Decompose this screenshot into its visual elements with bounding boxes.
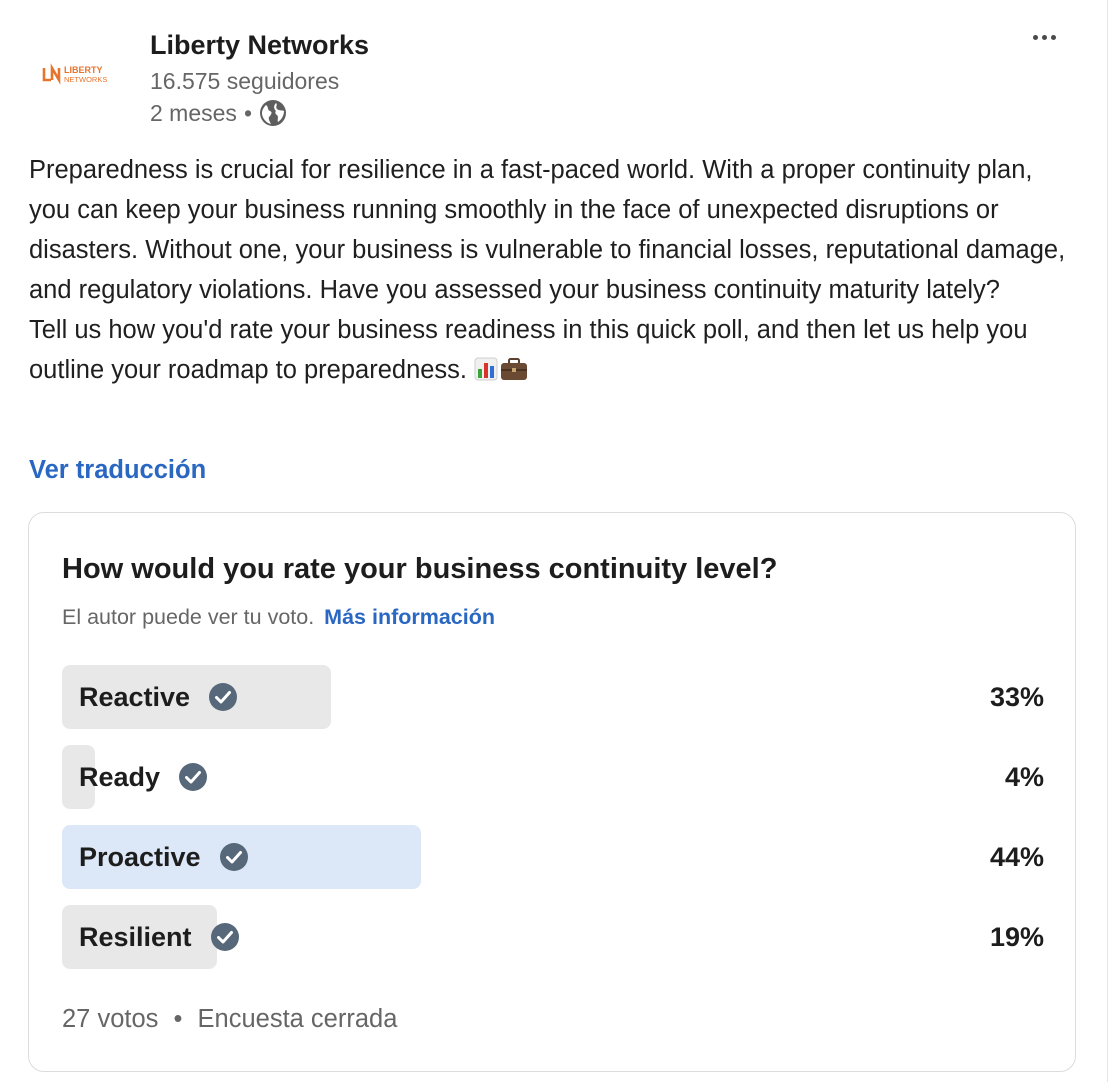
- poll-option-percent: 19%: [989, 921, 1044, 952]
- check-circle-icon: [209, 683, 238, 711]
- company-logo-mark: LIBERTY NETWORKS: [42, 63, 107, 85]
- bar-chart-emoji: [474, 357, 498, 381]
- globe-icon: [260, 100, 286, 126]
- see-translation-link[interactable]: Ver traducción: [29, 456, 206, 485]
- more-info-link[interactable]: Más información: [324, 605, 495, 629]
- poll-option-label-group: Ready: [79, 745, 208, 809]
- check-circle-icon: [179, 763, 208, 791]
- post-paragraph-2: Tell us how you'd rate your business rea…: [29, 310, 1079, 390]
- poll-option-label: Reactive: [79, 681, 191, 712]
- poll-option-label-group: Resilient: [79, 905, 240, 969]
- poll-option: Resilient 19%: [62, 905, 1044, 969]
- poll-notice-text: El autor puede ver tu voto.: [62, 605, 315, 629]
- poll-option-label-group: Proactive: [79, 825, 249, 889]
- poll-option-label: Proactive: [79, 841, 201, 872]
- poll-question: How would you rate your business continu…: [62, 553, 778, 585]
- poll-option-percent: 4%: [1004, 761, 1044, 792]
- post-body: Preparedness is crucial for resilience i…: [29, 150, 1079, 390]
- company-logo[interactable]: LIBERTY NETWORKS: [30, 46, 134, 102]
- post-time: 2 meses: [150, 99, 237, 126]
- meta-separator: •: [243, 99, 252, 126]
- check-circle-icon: [210, 923, 239, 951]
- post-emojis: [474, 357, 528, 381]
- poll-option-label-group: Reactive: [79, 665, 238, 729]
- post-paragraph-2-text: Tell us how you'd rate your business rea…: [29, 316, 1028, 384]
- company-name[interactable]: Liberty Networks: [150, 30, 369, 61]
- feed-post: LIBERTY NETWORKS Liberty Networks 16.575…: [0, 0, 1108, 1082]
- post-paragraph-1: Preparedness is crucial for resilience i…: [29, 156, 1066, 304]
- poll-footer: 27 votos • Encuesta cerrada: [62, 1005, 397, 1034]
- poll-notice: El autor puede ver tu voto. Más informac…: [62, 605, 495, 630]
- briefcase-emoji: [501, 358, 528, 380]
- logo-text-line1: LIBERTY: [64, 65, 103, 75]
- poll-option: Ready 4%: [62, 745, 1044, 809]
- more-options-icon[interactable]: [1024, 22, 1064, 52]
- post-meta: 2 meses •: [150, 99, 287, 127]
- poll-vote-count[interactable]: 27 votos: [62, 1005, 158, 1033]
- poll-option-label: Ready: [79, 761, 161, 792]
- poll-footer-separator: •: [173, 1005, 183, 1033]
- poll-option: Proactive 44%: [62, 825, 1044, 889]
- follower-count: 16.575 seguidores: [150, 68, 340, 94]
- poll-option-percent: 44%: [989, 841, 1044, 872]
- logo-text-line2: NETWORKS: [64, 75, 107, 84]
- poll-option-label: Resilient: [79, 921, 192, 952]
- check-circle-icon: [219, 843, 248, 871]
- poll-option-percent: 33%: [989, 681, 1044, 712]
- poll-option: Reactive 33%: [62, 665, 1044, 729]
- poll-card: How would you rate your business continu…: [28, 512, 1076, 1072]
- poll-status: Encuesta cerrada: [197, 1005, 398, 1033]
